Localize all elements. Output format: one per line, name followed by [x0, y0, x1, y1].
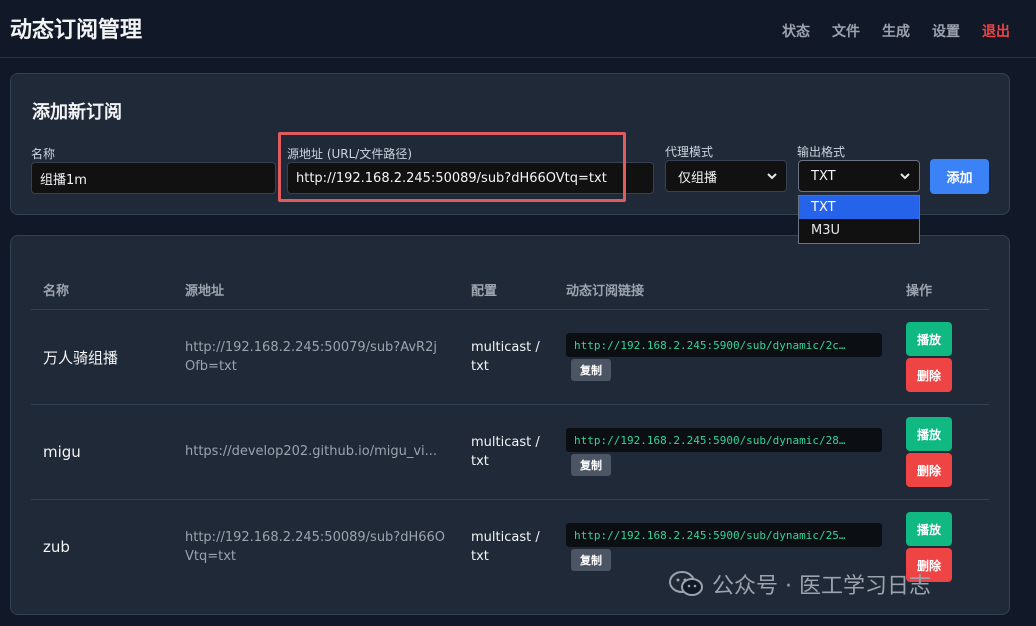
page-title: 动态订阅管理	[10, 18, 143, 43]
chevron-down-icon	[767, 173, 777, 180]
row-divider	[31, 309, 989, 310]
nav-generate[interactable]: 生成	[882, 21, 910, 41]
copy-button[interactable]: 复制	[571, 359, 611, 381]
watermark: 公众号 · 医工学习日志	[668, 568, 931, 600]
row-config: multicast / txt	[471, 435, 540, 469]
output-format-dropdown: TXT M3U	[798, 195, 920, 244]
delete-button[interactable]: 删除	[906, 453, 952, 487]
col-header-config: 配置	[471, 284, 498, 299]
add-subscription-title: 添加新订阅	[32, 102, 122, 123]
app-header: 动态订阅管理 状态 文件 生成 设置 退出	[0, 0, 1036, 58]
dynamic-link: http://192.168.2.245:5900/sub/dynamic/25…	[566, 523, 882, 547]
col-header-link: 动态订阅链接	[566, 284, 645, 299]
add-button[interactable]: 添加	[930, 159, 989, 194]
col-header-source: 源地址	[185, 284, 225, 299]
proxy-mode-select[interactable]: 仅组播	[665, 160, 787, 192]
play-button[interactable]: 播放	[906, 512, 952, 546]
output-format-value: TXT	[811, 168, 836, 184]
col-header-actions: 操作	[906, 284, 933, 299]
format-option-m3u[interactable]: M3U	[799, 219, 919, 242]
nav-status[interactable]: 状态	[782, 21, 810, 41]
nav-files[interactable]: 文件	[832, 21, 860, 41]
row-source: https://develop202.github.io/migu_vi...	[185, 444, 438, 459]
row-divider	[31, 404, 989, 405]
wechat-icon	[669, 571, 703, 596]
name-label: 名称	[31, 147, 56, 161]
format-option-txt[interactable]: TXT	[799, 196, 919, 219]
name-input[interactable]: 组播1m	[31, 162, 276, 194]
row-name: migu	[43, 443, 81, 461]
source-label: 源地址 (URL/文件路径)	[287, 147, 413, 161]
proxy-mode-value: 仅组播	[678, 170, 718, 186]
row-source: http://192.168.2.245:50079/sub?AvR2jOfb=…	[185, 340, 437, 374]
row-name: 万人骑组播	[43, 349, 119, 367]
proxy-mode-label: 代理模式	[665, 145, 714, 159]
row-source: http://192.168.2.245:50089/sub?dH66OVtq=…	[185, 530, 446, 564]
nav-logout[interactable]: 退出	[982, 21, 1010, 41]
copy-button[interactable]: 复制	[571, 549, 611, 571]
dynamic-link: http://192.168.2.245:5900/sub/dynamic/28…	[566, 428, 882, 452]
play-button[interactable]: 播放	[906, 417, 952, 451]
col-header-name: 名称	[43, 284, 70, 299]
copy-button[interactable]: 复制	[571, 454, 611, 476]
row-config: multicast / txt	[471, 530, 540, 564]
output-format-label: 输出格式	[797, 145, 846, 159]
nav-settings[interactable]: 设置	[932, 21, 960, 41]
top-nav: 状态 文件 生成 设置 退出	[782, 21, 1010, 41]
row-config: multicast / txt	[471, 340, 540, 374]
chevron-down-icon	[900, 173, 910, 180]
row-divider	[31, 499, 989, 500]
watermark-text: 公众号 · 医工学习日志	[712, 574, 931, 599]
play-button[interactable]: 播放	[906, 322, 952, 356]
dynamic-link: http://192.168.2.245:5900/sub/dynamic/2c…	[566, 333, 882, 357]
source-input[interactable]: http://192.168.2.245:50089/sub?dH66OVtq=…	[287, 162, 654, 194]
output-format-select[interactable]: TXT	[798, 160, 920, 192]
delete-button[interactable]: 删除	[906, 358, 952, 392]
row-name: zub	[43, 538, 70, 556]
